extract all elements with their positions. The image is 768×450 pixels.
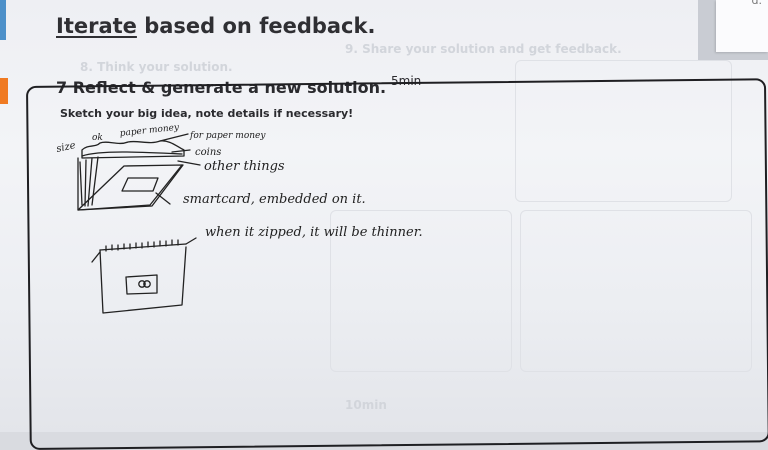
note-size: size <box>55 140 76 155</box>
zipped-card <box>125 274 158 295</box>
note-ok: ok <box>92 133 103 143</box>
note-other-things: other things <box>204 159 285 174</box>
note-zipped: when it zipped, it will be thinner. <box>205 225 423 240</box>
note-leader-for <box>159 133 189 142</box>
note-smartcard: smartcard, embedded on it. <box>183 192 366 207</box>
wallet-rim <box>81 151 183 157</box>
note-coins: coins <box>195 147 221 158</box>
zipper-line <box>99 243 187 251</box>
note-paper-money: paper money <box>119 123 180 139</box>
hand-drawn-sketch: size ok paper money for paper money coin… <box>55 123 423 314</box>
note-for-paper-money: for paper money <box>189 131 266 141</box>
note-leader-coins <box>171 149 191 153</box>
paper-money-top <box>81 140 185 159</box>
wallet-folds <box>79 156 99 207</box>
smartcard <box>121 177 159 192</box>
zipped-wallet-body <box>99 246 187 314</box>
